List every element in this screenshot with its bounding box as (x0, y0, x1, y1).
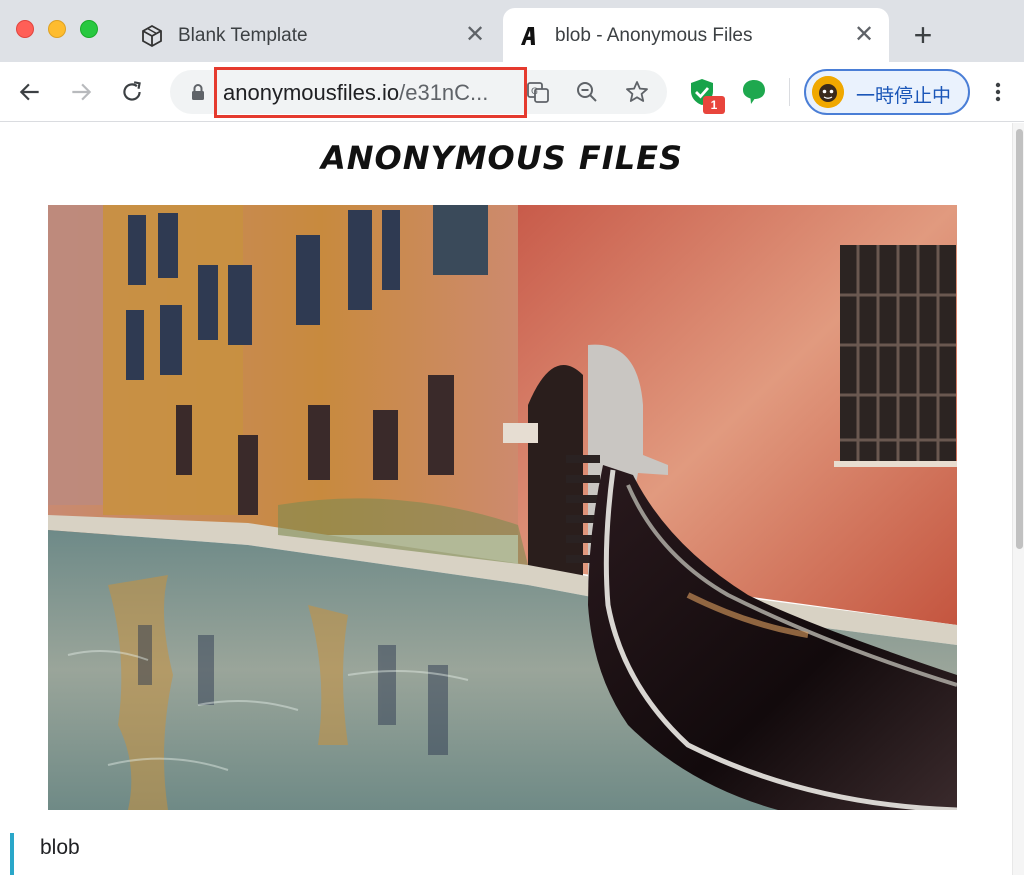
forward-button[interactable] (63, 74, 99, 110)
tab-close-button[interactable]: ✕ (851, 22, 877, 48)
avatar-face-icon (812, 76, 844, 108)
extension-badge: 1 (703, 96, 725, 114)
svg-text:G: G (531, 87, 538, 97)
page-scrollbar[interactable] (1012, 123, 1024, 875)
more-menu-icon[interactable] (986, 80, 1010, 104)
file-name-label: blob (40, 836, 80, 859)
back-button[interactable] (12, 74, 48, 110)
address-bar[interactable]: anonymousfiles.io/e31nC... G (170, 67, 667, 118)
tab-blank-template[interactable]: Blank Template ✕ (126, 8, 500, 62)
anonymous-a-icon (521, 27, 535, 45)
toolbar-divider (789, 78, 790, 106)
tab-strip: Blank Template ✕ blob - Anonymous Files … (0, 0, 1024, 62)
back-arrow-icon (19, 83, 39, 101)
file-accent-bar (10, 833, 14, 875)
page-title: ANONYMOUS FILES (321, 139, 683, 177)
forward-arrow-icon (72, 83, 92, 101)
profile-button[interactable]: 一時停止中 (804, 69, 970, 115)
zoom-out-icon[interactable] (574, 79, 600, 105)
tab-title: blob - Anonymous Files (555, 25, 753, 46)
avatar (812, 76, 844, 108)
translate-icon[interactable]: G (525, 79, 551, 105)
url-text[interactable]: anonymousfiles.io/e31nC... (223, 80, 488, 106)
new-tab-button[interactable]: + (907, 19, 939, 52)
minimize-window-button[interactable] (48, 20, 66, 38)
venice-canal-photo (48, 205, 957, 810)
profile-status-label: 一時停止中 (856, 85, 952, 107)
chat-bubble-extension-icon[interactable] (738, 76, 770, 108)
lock-icon[interactable] (190, 83, 206, 101)
tab-close-button[interactable]: ✕ (462, 22, 488, 48)
web-page: ANONYMOUS FILES blob (0, 123, 1012, 875)
tab-title: Blank Template (178, 25, 308, 46)
url-domain: anonymousfiles.io (223, 80, 400, 105)
url-path: /e31nC... (399, 80, 489, 105)
tab-anonymous-files[interactable]: blob - Anonymous Files ✕ (503, 8, 889, 62)
reload-icon (123, 81, 141, 101)
close-window-button[interactable] (16, 20, 34, 38)
zoom-window-button[interactable] (80, 20, 98, 38)
reload-button[interactable] (114, 74, 150, 110)
bookmark-star-icon[interactable] (624, 79, 650, 105)
cube-icon (142, 24, 162, 48)
scrollbar-thumb[interactable] (1016, 129, 1023, 549)
